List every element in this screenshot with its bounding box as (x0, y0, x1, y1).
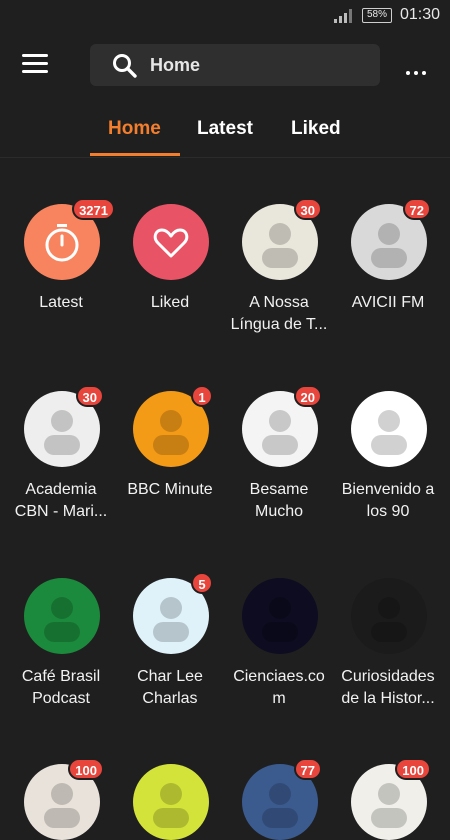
podcast-title-line2: m (272, 690, 286, 707)
podcast-title-line2: CBN - Mari... (14, 503, 108, 520)
podcast-title-line1: Besame (249, 481, 309, 498)
podcast-title-line2: los 90 (366, 503, 410, 520)
podcast-cover (351, 578, 427, 654)
podcast-title-line1: Bienvenido a (341, 481, 435, 498)
podcast-cover (242, 578, 318, 654)
search-text: Home (150, 55, 201, 75)
clock: 01:30 (399, 6, 440, 23)
podcast-cover-icon (262, 597, 298, 642)
unread-count-badge: 20 (293, 385, 322, 407)
heart-icon (153, 228, 189, 258)
podcast-title-line1: Latest (39, 294, 83, 311)
unread-count-badge: 72 (402, 198, 431, 220)
podcast-title-line1: Café Brasil (21, 668, 101, 685)
podcast-title-line2: Charlas (142, 690, 198, 707)
toolbar: Home (0, 32, 450, 100)
signal-icon (334, 9, 352, 23)
podcast-cover (133, 764, 209, 840)
tab-bar: Home Latest Liked (0, 100, 450, 158)
podcast-title-line1: AVICII FM (351, 294, 425, 311)
podcast-title-line1: A Nossa (249, 294, 309, 311)
podcast-cover (24, 578, 100, 654)
podcast-cover (351, 391, 427, 467)
unread-count-badge: 100 (395, 758, 431, 780)
podcast-title-line1: BBC Minute (127, 481, 213, 498)
podcast-cover-icon (153, 783, 189, 828)
battery-indicator: 58% (362, 8, 392, 23)
status-bar: 58% 01:30 (0, 0, 450, 32)
podcast-title-line2: de la Histor... (341, 690, 435, 707)
heart-circle (133, 204, 209, 280)
tab-liked[interactable]: Liked (291, 118, 341, 140)
search-icon (113, 54, 137, 78)
podcast-cover-icon (371, 410, 407, 455)
podcast-title-line1: Cienciaes.co (233, 668, 325, 685)
unread-count-badge: 30 (293, 198, 322, 220)
podcast-title-line2: Mucho (254, 503, 304, 520)
tab-home[interactable]: Home (108, 118, 161, 140)
podcast-title-line2: Língua de T... (230, 316, 328, 333)
unread-count-badge: 5 (191, 572, 213, 594)
unread-count-badge: 1 (191, 385, 213, 407)
tab-latest[interactable]: Latest (197, 118, 253, 140)
podcast-cover-icon (371, 597, 407, 642)
unread-count-badge: 77 (293, 758, 322, 780)
hamburger-menu-icon[interactable] (22, 54, 48, 76)
podcast-cover-icon (44, 597, 80, 642)
search-bar[interactable]: Home (90, 44, 380, 86)
more-options-icon[interactable] (406, 62, 430, 75)
podcast-title-line1: Curiosidades (341, 668, 435, 685)
podcast-title-line1: Liked (150, 294, 190, 311)
podcast-title-line2: Podcast (32, 690, 90, 707)
podcast-title-line1: Academia (25, 481, 97, 498)
podcast-title-line1: Char Lee (137, 668, 203, 685)
unread-count-badge: 30 (75, 385, 104, 407)
unread-count-badge: 100 (68, 758, 104, 780)
unread-count-badge: 3271 (72, 198, 115, 220)
active-tab-indicator (90, 153, 180, 156)
